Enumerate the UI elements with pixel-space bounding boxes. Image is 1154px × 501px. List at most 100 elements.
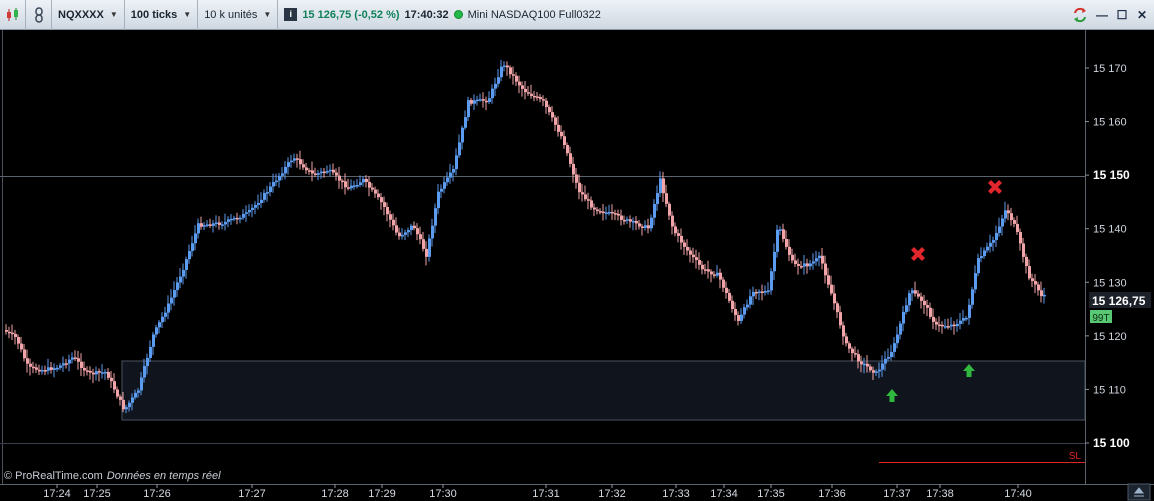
minimize-icon[interactable]: — <box>1096 8 1108 22</box>
interval-label: 100 ticks <box>130 8 178 21</box>
candle-up <box>53 368 56 370</box>
symbol-selector[interactable]: NQXXXX ▼ <box>52 0 125 30</box>
candle-up <box>500 66 503 78</box>
candle-down <box>572 163 575 175</box>
candle-up <box>443 182 446 189</box>
maximize-icon[interactable]: ☐ <box>1116 8 1128 22</box>
candle-down <box>794 260 797 265</box>
candle-up <box>149 346 152 358</box>
quote-time: 17:40:32 <box>404 8 449 21</box>
candle-down <box>368 181 371 188</box>
candle-up <box>974 273 977 290</box>
candle-down <box>842 325 845 337</box>
candle-up <box>440 188 443 192</box>
candle-up <box>950 324 953 327</box>
candle-up <box>407 230 410 233</box>
candle-down <box>299 159 302 165</box>
candle-down <box>584 194 587 200</box>
candle-up <box>479 99 482 101</box>
candle-down <box>200 223 203 227</box>
candle-down <box>341 180 344 183</box>
candle-down <box>704 269 707 271</box>
candle-down <box>338 175 341 181</box>
candle-down <box>1022 243 1025 257</box>
candle-up <box>644 225 647 228</box>
candle-up <box>959 320 962 324</box>
candle-up <box>239 217 242 220</box>
candle-up <box>230 218 233 221</box>
time-tick-label: 17:32 <box>598 488 626 500</box>
candlestick-style-icon[interactable] <box>0 0 26 30</box>
candle-up <box>1004 210 1007 219</box>
candle-down <box>8 331 11 334</box>
candle-down <box>827 275 830 285</box>
time-tick-label: 17:24 <box>43 488 71 500</box>
candle-down <box>425 248 428 257</box>
candle-down <box>545 100 548 108</box>
window-controls: — ☐ ✕ <box>1072 0 1148 30</box>
candle-down <box>857 354 860 362</box>
candle-down <box>617 213 620 216</box>
candle-down <box>689 250 692 255</box>
candle-up <box>650 217 653 229</box>
candle-down <box>566 144 569 154</box>
candle-down <box>29 363 32 367</box>
candle-down <box>344 181 347 188</box>
candle-up <box>740 314 743 321</box>
candle-up <box>254 204 257 208</box>
chart-toolbar: NQXXXX ▼ 100 ticks ▼ 10 k unités ▼ i 15 … <box>0 0 1154 30</box>
interval-selector[interactable]: 100 ticks ▼ <box>125 0 199 30</box>
candle-down <box>641 226 644 228</box>
candle-up <box>140 377 143 391</box>
time-tick-label: 17:33 <box>662 488 690 500</box>
candle-down <box>302 164 305 168</box>
time-tick-label: 17:40 <box>1004 488 1032 500</box>
candle-up <box>194 233 197 244</box>
candle-up <box>179 276 182 283</box>
candle-down <box>662 178 665 194</box>
candle-down <box>695 257 698 260</box>
candle-down <box>836 303 839 313</box>
candle-up <box>494 83 497 89</box>
time-tick-label: 17:34 <box>710 488 738 500</box>
candle-up <box>212 223 215 226</box>
price-chart[interactable]: SL 15 170 15 160 15 150 15 140 15 130 15 120 1… <box>0 30 1154 501</box>
candle-down <box>728 292 731 301</box>
candle-down <box>680 235 683 243</box>
candle-up <box>269 186 272 193</box>
candle-down <box>755 291 758 294</box>
candle-up <box>749 296 752 305</box>
candle-down <box>416 228 419 235</box>
candle-up <box>497 77 500 84</box>
price-tick-label: 15 100 <box>1093 436 1130 450</box>
candle-up <box>188 251 191 260</box>
status-dot-icon <box>453 10 463 19</box>
info-icon[interactable]: i <box>284 8 298 21</box>
candle-down <box>311 170 314 174</box>
candle-down <box>713 274 716 276</box>
candle-down <box>398 232 401 237</box>
candle-up <box>716 272 719 276</box>
close-icon[interactable]: ✕ <box>1136 8 1148 22</box>
candle-up <box>656 193 659 205</box>
candle-down <box>332 169 335 173</box>
candle-up <box>191 243 194 252</box>
price-tick-label: 15 140 <box>1093 224 1127 236</box>
candle-down <box>710 271 713 275</box>
candle-down <box>860 361 863 365</box>
units-selector[interactable]: 10 k unités ▼ <box>198 0 279 30</box>
candle-up <box>764 290 767 293</box>
candle-up <box>965 317 968 320</box>
candle-up <box>221 224 224 226</box>
candle-up <box>476 99 479 102</box>
candle-up <box>182 269 185 277</box>
candle-up <box>287 162 290 167</box>
link-icon[interactable] <box>26 0 52 30</box>
candle-down <box>914 290 917 294</box>
refresh-icon[interactable] <box>1072 7 1088 23</box>
candle-down <box>785 238 788 247</box>
candle-down <box>629 219 632 222</box>
candle-down <box>647 225 650 229</box>
platform-window: NQXXXX ▼ 100 ticks ▼ 10 k unités ▼ i 15 … <box>0 0 1154 501</box>
candle-up <box>998 226 1001 233</box>
